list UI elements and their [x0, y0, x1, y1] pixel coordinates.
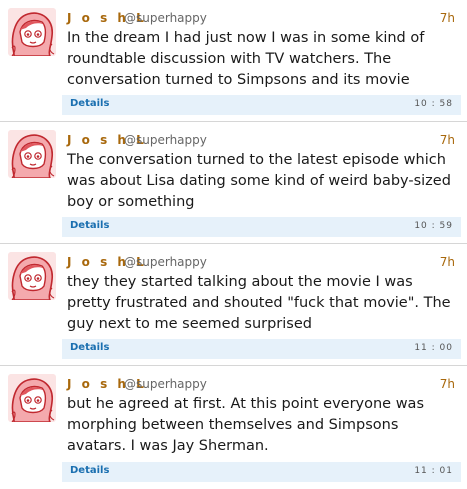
avatar[interactable] [8, 130, 56, 178]
cartoon-girl-avatar-icon [8, 374, 56, 422]
tweet-item: J o s h L @superhappy 7h they they start… [0, 244, 467, 366]
tweet-item: J o s h L @superhappy 7h but he agreed a… [0, 366, 467, 488]
tweet-timeline: J o s h L @superhappy 7h In the dream I … [0, 0, 467, 488]
details-link[interactable]: Details [70, 220, 109, 231]
tweet-text: The conversation turned to the latest ep… [67, 152, 451, 210]
cartoon-girl-avatar-icon [8, 8, 56, 56]
tweet-time[interactable]: 7h [440, 377, 455, 391]
details-link[interactable]: Details [70, 465, 109, 476]
tweet-item: J o s h L @superhappy 7h The conversatio… [0, 122, 467, 244]
details-bar: Details 10 : 59 [62, 217, 461, 237]
user-handle[interactable]: @superhappy [124, 255, 207, 269]
details-bar: Details 11 : 01 [62, 462, 461, 482]
user-handle[interactable]: @superhappy [124, 133, 207, 147]
avatar[interactable] [8, 8, 56, 56]
cartoon-girl-avatar-icon [8, 252, 56, 300]
user-handle[interactable]: @superhappy [124, 377, 207, 391]
tweet-time[interactable]: 7h [440, 255, 455, 269]
user-handle[interactable]: @superhappy [124, 11, 207, 25]
details-timestamp: 11 : 00 [414, 343, 453, 353]
details-timestamp: 10 : 58 [414, 99, 453, 109]
details-link[interactable]: Details [70, 98, 109, 109]
details-bar: Details 10 : 58 [62, 95, 461, 115]
tweet-time[interactable]: 7h [440, 133, 455, 147]
details-timestamp: 10 : 59 [414, 221, 453, 231]
tweet-text: they they started talking about the movi… [67, 274, 451, 332]
cartoon-girl-avatar-icon [8, 130, 56, 178]
tweet-time[interactable]: 7h [440, 11, 455, 25]
details-bar: Details 11 : 00 [62, 339, 461, 359]
avatar[interactable] [8, 252, 56, 300]
tweet-text: but he agreed at first. At this point ev… [67, 396, 424, 454]
tweet-item: J o s h L @superhappy 7h In the dream I … [0, 0, 467, 122]
details-timestamp: 11 : 01 [414, 466, 453, 476]
details-link[interactable]: Details [70, 342, 109, 353]
tweet-text: In the dream I had just now I was in som… [67, 30, 425, 88]
avatar[interactable] [8, 374, 56, 422]
